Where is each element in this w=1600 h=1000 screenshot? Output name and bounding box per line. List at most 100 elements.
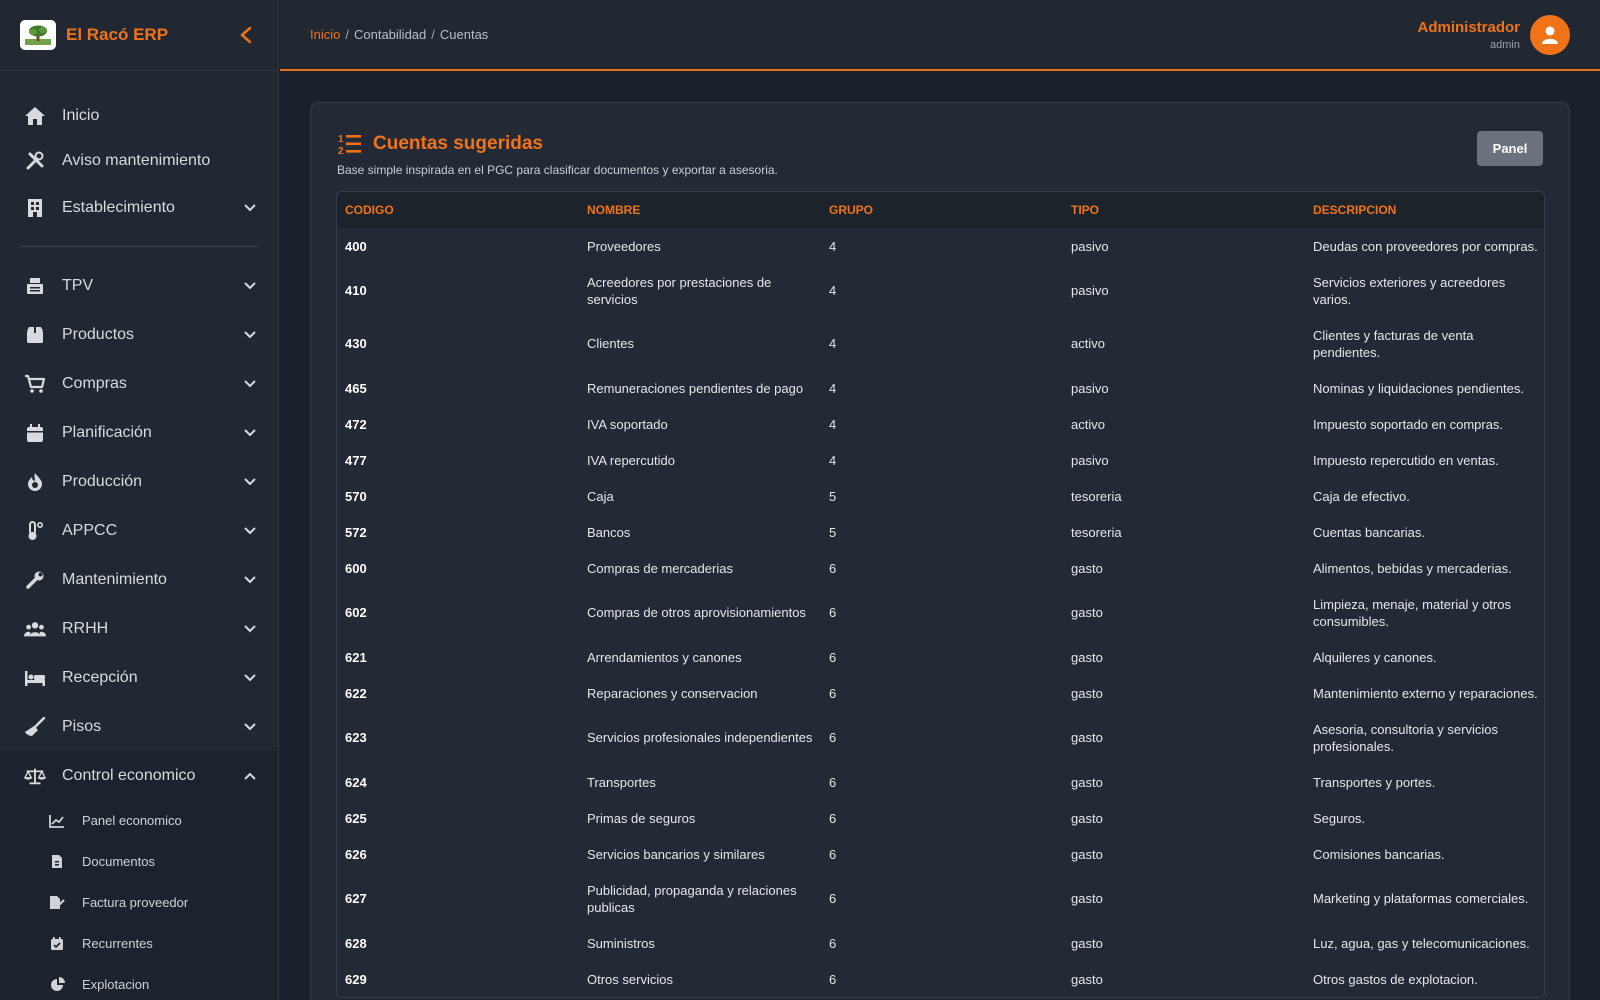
sidebar-item-rrhh[interactable]: RRHH — [0, 604, 278, 653]
cell-codigo: 400 — [345, 238, 367, 254]
table-row[interactable]: 472 IVA soportado 4 activo Impuesto soportad… — [337, 406, 1544, 442]
sidebar-item-mantenimiento[interactable]: Mantenimiento — [0, 555, 278, 604]
brand-name[interactable]: El Racó ERP — [66, 25, 234, 45]
cell-descripcion: Asesoria, consultoria y servicios profes… — [1313, 721, 1498, 754]
user-name: Administrador — [1417, 18, 1520, 36]
thermometer-icon — [24, 520, 46, 542]
sidebar-subitem-explotacion[interactable]: Explotacion — [0, 964, 278, 1000]
sidebar-item-label: TPV — [62, 276, 94, 294]
sidebar-subitem-recurrentes[interactable]: Recurrentes — [0, 923, 278, 964]
sidebar-item-aviso-mantenimiento[interactable]: Aviso mantenimiento — [0, 138, 278, 183]
cash-register-icon — [24, 275, 46, 297]
sidebar-item-compras[interactable]: Compras — [0, 359, 278, 408]
brand-logo[interactable] — [20, 20, 56, 50]
cell-grupo: 6 — [829, 846, 837, 862]
sidebar-item-control-economico[interactable]: Control economico — [0, 751, 278, 800]
cell-nombre: Primas de seguros — [587, 810, 696, 826]
table-row[interactable]: 465 Remuneraciones pendientes de pago 4 pas… — [337, 370, 1544, 406]
cell-grupo: 6 — [829, 774, 837, 790]
column-header-nombre[interactable]: NOMBRE — [579, 192, 821, 228]
breadcrumb-separator: / — [345, 27, 349, 42]
cell-codigo: 472 — [345, 416, 367, 432]
sidebar-item-appcc[interactable]: APPCC — [0, 506, 278, 555]
cell-grupo: 5 — [829, 488, 837, 504]
users-icon — [24, 618, 46, 640]
cell-descripcion: Limpieza, menaje, material y otros consu… — [1313, 596, 1511, 629]
chevron-down-icon — [242, 572, 258, 588]
sidebar-item-label: Recepción — [62, 668, 138, 686]
cell-grupo: 4 — [829, 283, 837, 298]
column-header-tipo[interactable]: TIPO — [1063, 192, 1305, 228]
sidebar-item-label: Compras — [62, 374, 127, 392]
sidebar-item-establecimiento[interactable]: Establecimiento — [0, 183, 278, 232]
cell-tipo: gasto — [1071, 891, 1103, 906]
cart-icon — [24, 373, 46, 395]
chevron-down-icon — [242, 719, 258, 735]
table-row[interactable]: 400 Proveedores 4 pasivo Deudas con proveedo… — [337, 228, 1544, 264]
user-info[interactable]: Administrador admin — [1417, 19, 1520, 51]
sidebar-item-pisos[interactable]: Pisos — [0, 702, 278, 751]
column-header-codigo[interactable]: CODIGO — [337, 192, 579, 228]
card-header: 12 Cuentas sugeridas Base simple inspira… — [337, 131, 1543, 191]
sidebar-item-label: Establecimiento — [62, 198, 175, 216]
cell-tipo: gasto — [1071, 685, 1103, 701]
table-row[interactable]: 627 Publicidad, propaganda y relaciones p… — [337, 872, 1544, 925]
cell-descripcion: Impuesto soportado en compras. — [1313, 416, 1504, 432]
sidebar-item-produccion[interactable]: Producción — [0, 457, 278, 506]
table-row[interactable]: 572 Bancos 5 tesoreria Cuentas bancarias. — [337, 514, 1544, 550]
sidebar-subitem-panel-economico[interactable]: Panel economico — [0, 800, 278, 841]
chart-line-icon — [49, 813, 65, 829]
column-header-descripcion[interactable]: DESCRIPCION — [1305, 192, 1544, 228]
sidebar-item-productos[interactable]: Productos — [0, 310, 278, 359]
cell-codigo: 627 — [345, 891, 367, 906]
chevron-down-icon — [242, 621, 258, 637]
file-edit-icon — [49, 895, 65, 911]
cell-nombre: Servicios bancarios y similares — [587, 846, 765, 862]
sidebar-item-inicio[interactable]: Inicio — [0, 93, 278, 138]
table-row[interactable]: 623 Servicios profesionales independiente… — [337, 711, 1544, 764]
breadcrumb-contabilidad[interactable]: Contabilidad — [354, 27, 426, 42]
sidebar-subitem-factura-proveedor[interactable]: Factura proveedor — [0, 882, 278, 923]
cell-descripcion: Alquileres y canones. — [1313, 649, 1437, 665]
cell-codigo: 602 — [345, 605, 367, 620]
table-row[interactable]: 410 Acreedores por prestaciones de servic… — [337, 264, 1544, 317]
table-row[interactable]: 477 IVA repercutido 4 pasivo Impuesto reperc… — [337, 442, 1544, 478]
collapse-sidebar-button[interactable] — [234, 23, 258, 47]
table-row[interactable]: 626 Servicios bancarios y similares 6 gasto… — [337, 836, 1544, 872]
panel-button[interactable]: Panel — [1477, 131, 1543, 166]
sidebar-item-label: Pisos — [62, 717, 102, 735]
table-row[interactable]: 602 Compras de otros aprovisionamientos 6 g… — [337, 586, 1544, 639]
table-row[interactable]: 621 Arrendamientos y canones 6 gasto Alquile… — [337, 639, 1544, 675]
sidebar-item-tpv[interactable]: TPV — [0, 261, 278, 310]
breadcrumb-inicio[interactable]: Inicio — [310, 27, 340, 42]
cell-descripcion: Seguros. — [1313, 810, 1366, 826]
table-row[interactable]: 624 Transportes 6 gasto Transportes y portes… — [337, 764, 1544, 800]
accounts-table: CODIGO NOMBRE GRUPO TIPO DESCRIPCION 400… — [337, 192, 1544, 997]
avatar[interactable] — [1530, 14, 1570, 55]
table-row[interactable]: 622 Reparaciones y conservacion 6 gasto Mant… — [337, 675, 1544, 711]
table-row[interactable]: 570 Caja 5 tesoreria Caja de efectivo. — [337, 478, 1544, 514]
home-icon — [24, 105, 46, 127]
sidebar-subitem-documentos[interactable]: Documentos — [0, 841, 278, 882]
svg-text:2: 2 — [338, 146, 344, 156]
cell-nombre: Transportes — [587, 774, 656, 790]
cell-tipo: pasivo — [1071, 452, 1109, 468]
sidebar-item-label: Planificación — [62, 423, 152, 441]
table-row[interactable]: 600 Compras de mercaderias 6 gasto Alimentos… — [337, 550, 1544, 586]
column-header-grupo[interactable]: GRUPO — [821, 192, 1063, 228]
table-row[interactable]: 625 Primas de seguros 6 gasto Seguros. — [337, 800, 1544, 836]
cell-codigo: 572 — [345, 524, 367, 540]
sidebar-item-planificacion[interactable]: Planificación — [0, 408, 278, 457]
table-row[interactable]: 629 Otros servicios 6 gasto Otros gastos de … — [337, 961, 1544, 997]
sidebar-subitem-label: Panel economico — [82, 813, 182, 828]
cell-nombre: Publicidad, propaganda y relaciones publ… — [587, 882, 797, 915]
table-body: 400 Proveedores 4 pasivo Deudas con proveedo… — [337, 228, 1544, 997]
cell-tipo: tesoreria — [1071, 524, 1122, 540]
cell-codigo: 477 — [345, 452, 367, 468]
cell-codigo: 410 — [345, 283, 367, 298]
table-row[interactable]: 628 Suministros 6 gasto Luz, agua, gas y tel… — [337, 925, 1544, 961]
cell-descripcion: Impuesto repercutido en ventas. — [1313, 452, 1499, 468]
table-row[interactable]: 430 Clientes 4 activo Clientes y facturas de… — [337, 317, 1544, 370]
sidebar-subitem-label: Recurrentes — [82, 936, 153, 951]
sidebar-item-recepcion[interactable]: Recepción — [0, 653, 278, 702]
